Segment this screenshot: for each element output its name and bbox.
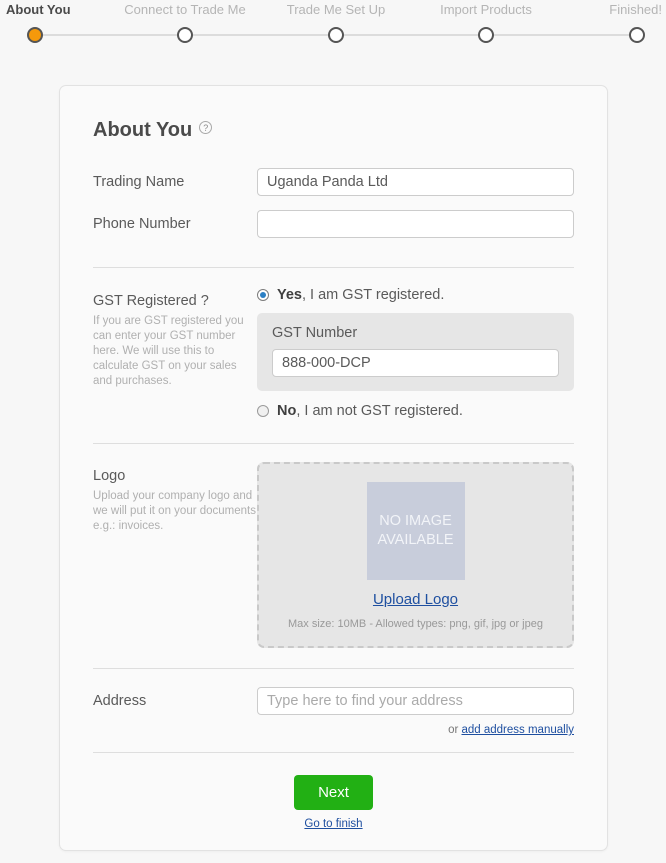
- gst-yes-option[interactable]: Yes, I am GST registered.: [257, 287, 574, 303]
- logo-label: Logo: [93, 468, 126, 484]
- stepper-label-finished[interactable]: Finished!: [609, 2, 662, 17]
- divider-after-logo: [93, 668, 574, 669]
- gst-description: If you are GST registered you can enter …: [93, 315, 244, 387]
- phone-number-row: Phone Number: [93, 210, 574, 238]
- address-label: Address: [93, 693, 147, 709]
- gst-row: GST Registered ? If you are GST register…: [93, 287, 574, 419]
- page-title-text: About You: [93, 119, 193, 141]
- next-button[interactable]: Next: [294, 775, 373, 810]
- logo-dropzone[interactable]: NO IMAGE AVAILABLE Upload Logo Max size:…: [257, 462, 574, 648]
- stepper-dot-finished[interactable]: [629, 27, 645, 43]
- go-to-finish-link[interactable]: Go to finish: [60, 818, 607, 830]
- gst-yes-rest: , I am GST registered.: [302, 287, 445, 303]
- address-row: Address or add address manually: [93, 687, 574, 736]
- address-field-col: or add address manually: [257, 687, 574, 736]
- trading-name-label: Trading Name: [93, 174, 185, 190]
- gst-no-option[interactable]: No, I am not GST registered.: [257, 403, 574, 419]
- help-icon[interactable]: ?: [199, 120, 213, 134]
- gst-no-label: No, I am not GST registered.: [277, 403, 463, 419]
- no-image-placeholder-icon: NO IMAGE AVAILABLE: [366, 482, 465, 580]
- gst-label: GST Registered ?: [93, 293, 209, 309]
- stepper-label-import-products[interactable]: Import Products: [440, 2, 532, 17]
- stepper-dot-import-products[interactable]: [478, 27, 494, 43]
- add-address-manually-row: or add address manually: [257, 724, 574, 736]
- stepper-labels: About You Connect to Trade Me Trade Me S…: [0, 0, 666, 24]
- about-you-card: About You ? Trading Name Phone Number GS…: [59, 85, 608, 851]
- stepper-dot-connect-to-trade-me[interactable]: [177, 27, 193, 43]
- stepper-label-connect-to-trade-me[interactable]: Connect to Trade Me: [124, 2, 245, 17]
- gst-number-label: GST Number: [272, 325, 358, 341]
- upload-logo-link[interactable]: Upload Logo: [373, 591, 458, 608]
- trading-name-input[interactable]: [257, 168, 574, 196]
- address-input[interactable]: [257, 687, 574, 715]
- logo-field-col: NO IMAGE AVAILABLE Upload Logo Max size:…: [257, 462, 574, 648]
- progress-stepper: About You Connect to Trade Me Trade Me S…: [0, 0, 666, 60]
- page-title: About You ?: [93, 119, 607, 142]
- gst-field-col: Yes, I am GST registered. GST Number No,…: [257, 287, 574, 419]
- phone-number-input[interactable]: [257, 210, 574, 238]
- address-label-col: Address: [93, 687, 257, 709]
- stepper-dot-trade-me-set-up[interactable]: [328, 27, 344, 43]
- logo-row: Logo Upload your company logo and we wil…: [93, 462, 574, 648]
- gst-number-box: GST Number: [257, 313, 574, 391]
- trading-name-label-col: Trading Name: [93, 168, 257, 190]
- stepper-label-about-you[interactable]: About You: [6, 2, 71, 17]
- no-image-line2: AVAILABLE: [377, 532, 454, 548]
- gst-yes-strong: Yes: [277, 287, 302, 303]
- trading-name-field-col: [257, 168, 574, 196]
- gst-yes-label: Yes, I am GST registered.: [277, 287, 444, 303]
- divider-before-footer: [93, 752, 574, 753]
- logo-upload-hint: Max size: 10MB - Allowed types: png, gif…: [288, 618, 543, 630]
- stepper-dot-about-you[interactable]: [27, 27, 43, 43]
- logo-description: Upload your company logo and we will put…: [93, 490, 256, 532]
- gst-yes-radio[interactable]: [257, 289, 269, 301]
- no-image-line1: NO IMAGE: [379, 513, 452, 529]
- logo-label-col: Logo Upload your company logo and we wil…: [93, 462, 257, 534]
- phone-number-label: Phone Number: [93, 216, 191, 232]
- phone-number-field-col: [257, 210, 574, 238]
- gst-label-col: GST Registered ? If you are GST register…: [93, 287, 257, 389]
- divider-after-gst: [93, 443, 574, 444]
- gst-no-radio[interactable]: [257, 405, 269, 417]
- trading-name-row: Trading Name: [93, 168, 574, 196]
- stepper-label-trade-me-set-up[interactable]: Trade Me Set Up: [287, 2, 386, 17]
- gst-no-strong: No: [277, 403, 297, 419]
- add-address-manually-prefix: or: [448, 724, 462, 736]
- gst-number-input[interactable]: [272, 349, 559, 377]
- add-address-manually-link[interactable]: add address manually: [461, 724, 574, 736]
- divider-after-contact: [93, 267, 574, 268]
- phone-number-label-col: Phone Number: [93, 210, 257, 232]
- card-footer: Next Go to finish: [60, 775, 607, 830]
- gst-no-rest: , I am not GST registered.: [296, 403, 463, 419]
